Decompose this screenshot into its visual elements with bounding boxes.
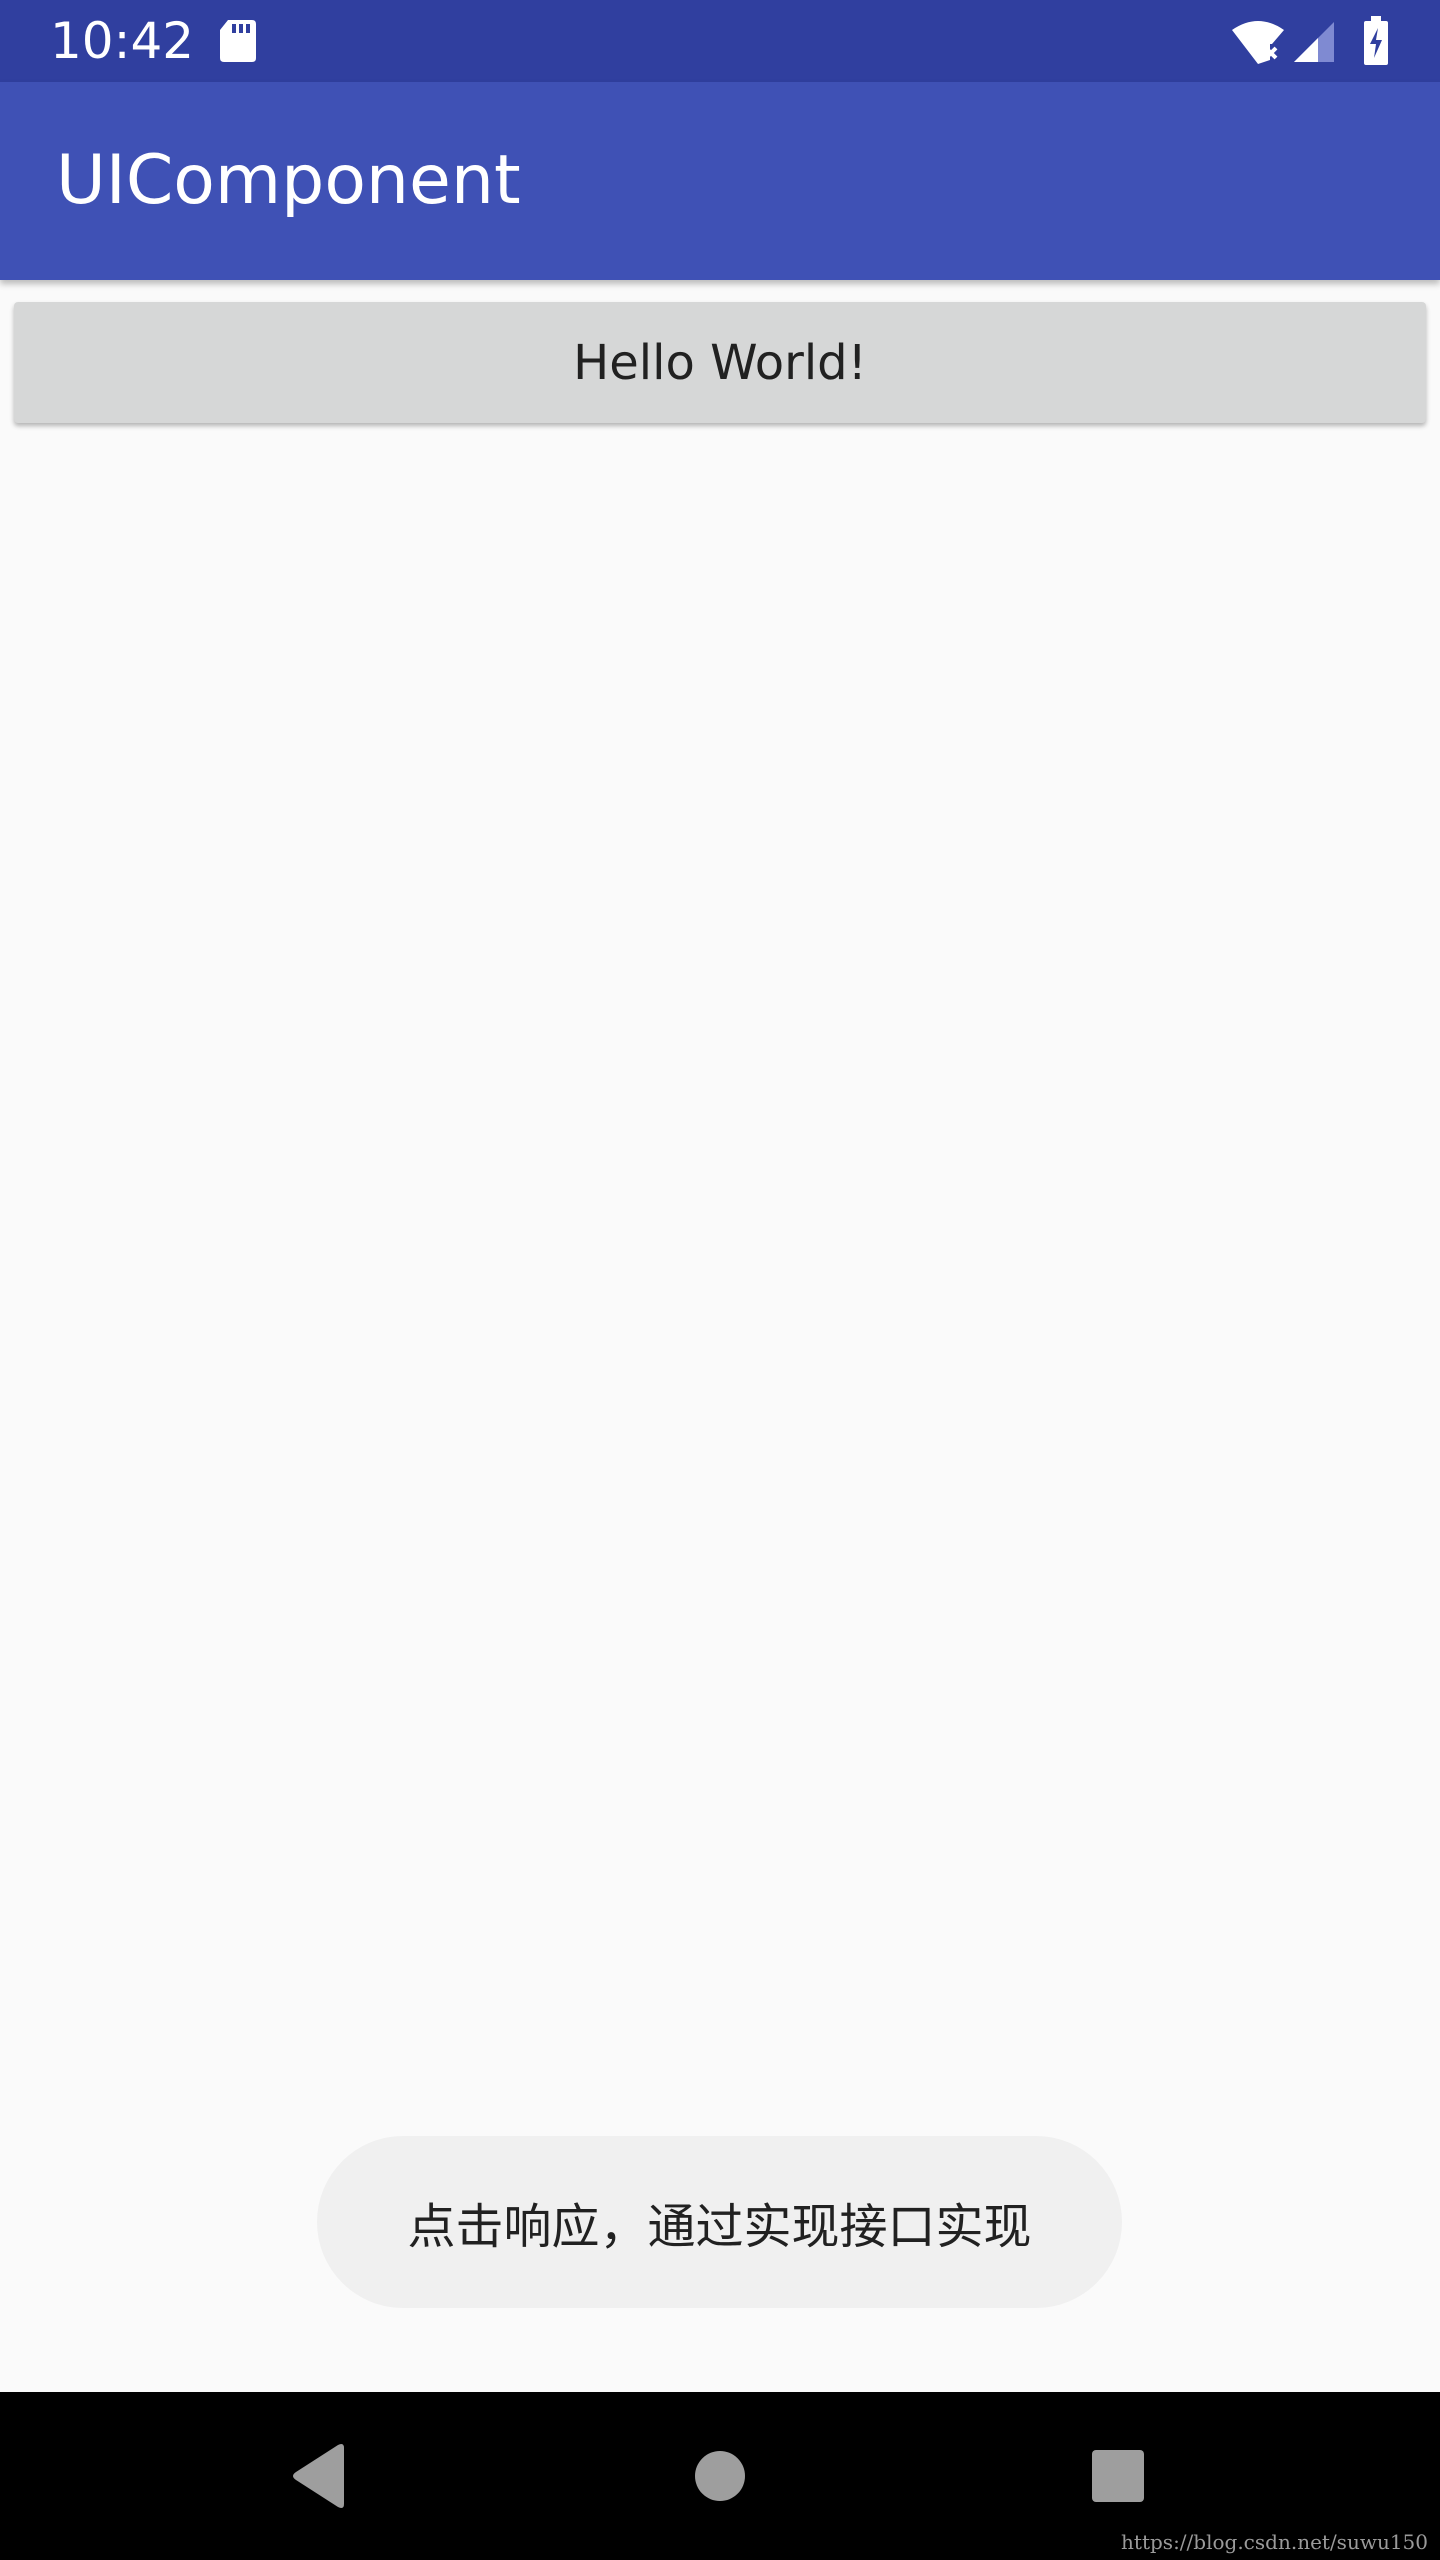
sd-card-icon <box>220 20 256 62</box>
status-bar: 10:42 <box>0 0 1440 82</box>
navigation-bar: https://blog.csdn.net/suwu150 <box>0 2392 1440 2560</box>
battery-charging-icon <box>1364 16 1388 65</box>
app-title: UIComponent <box>56 141 521 220</box>
back-icon[interactable] <box>218 2392 418 2560</box>
hello-world-button[interactable]: Hello World! <box>14 302 1426 423</box>
home-icon[interactable] <box>620 2392 820 2560</box>
watermark-text: https://blog.csdn.net/suwu150 <box>1121 2530 1428 2554</box>
toast-text: 点击响应，通过实现接口实现 <box>407 2199 1032 2255</box>
hello-world-button-label: Hello World! <box>573 334 867 391</box>
status-time: 10:42 <box>50 12 195 70</box>
cellular-signal-icon <box>1294 22 1334 62</box>
app-bar: UIComponent <box>0 82 1440 280</box>
toast-message: 点击响应，通过实现接口实现 <box>317 2136 1122 2308</box>
wifi-no-internet-icon <box>1232 21 1284 64</box>
